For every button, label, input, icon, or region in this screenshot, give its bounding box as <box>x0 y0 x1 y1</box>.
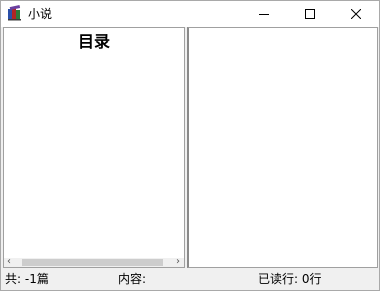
toc-panel[interactable]: 目录 ‹ › <box>3 27 185 268</box>
toc-horizontal-scrollbar[interactable]: ‹ › <box>4 256 184 267</box>
window-title: 小说 <box>28 7 53 21</box>
scrollbar-thumb[interactable] <box>22 259 163 266</box>
close-icon <box>351 9 361 19</box>
status-total-count: 共: -1篇 <box>5 272 49 286</box>
maximize-button[interactable] <box>287 1 333 27</box>
books-app-icon[interactable] <box>7 5 23 21</box>
content-panel[interactable] <box>187 27 378 268</box>
toc-title: 目录 <box>77 32 110 51</box>
status-read-lines: 已读行: 0行 <box>258 272 322 286</box>
status-bar: 共: -1篇 内容: 已读行: 0行 <box>1 268 379 290</box>
title-bar[interactable]: 小说 <box>1 1 379 27</box>
maximize-icon <box>305 9 315 19</box>
app-window: 小说 目录 ‹ › 共: -1篇 内容: 已读行: 0行 <box>0 0 380 291</box>
scroll-right-arrow-icon[interactable]: › <box>176 256 180 267</box>
scroll-left-arrow-icon[interactable]: ‹ <box>7 256 11 267</box>
minimize-button[interactable] <box>241 1 287 27</box>
minimize-icon <box>259 14 269 15</box>
close-button[interactable] <box>333 1 379 27</box>
status-content: 内容: <box>118 272 147 286</box>
